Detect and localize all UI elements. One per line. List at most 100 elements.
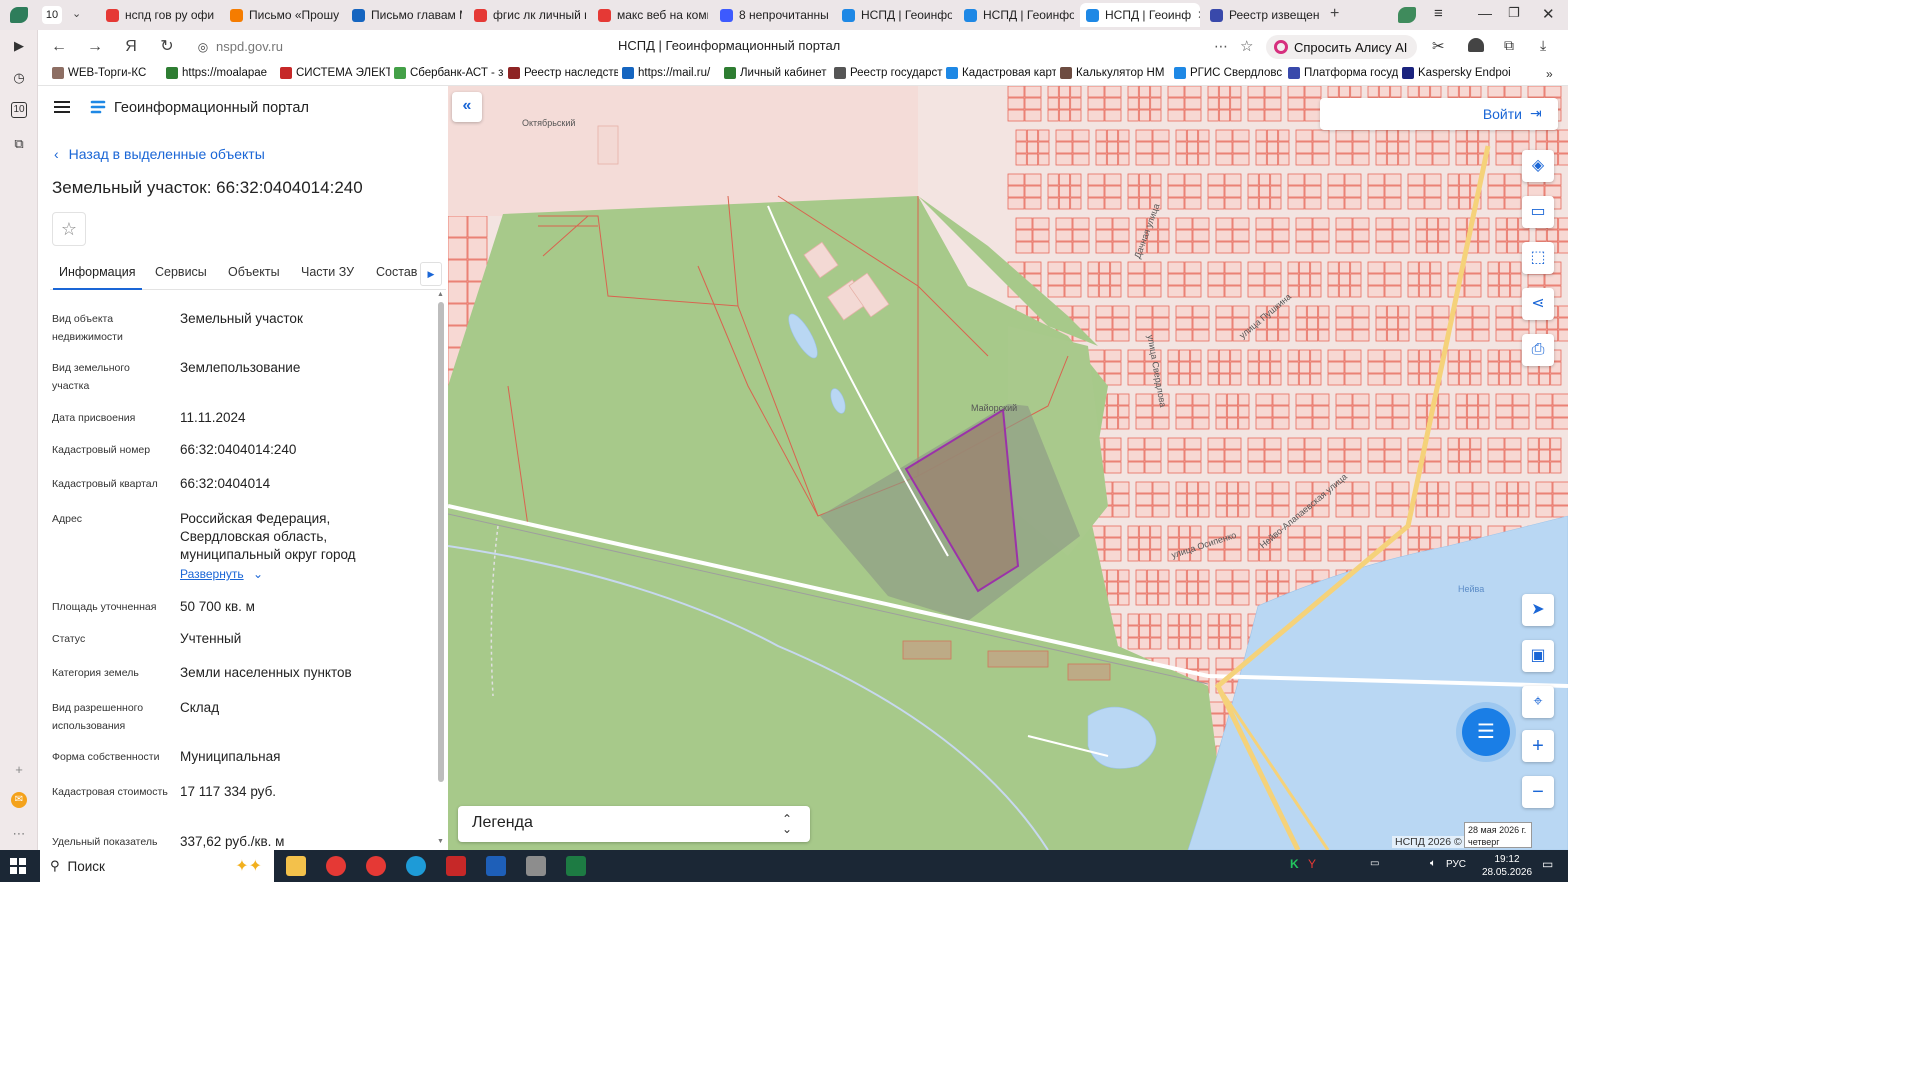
map-parcel[interactable] — [1398, 317, 1410, 330]
map-parcel[interactable] — [1344, 549, 1362, 562]
map-parcel[interactable] — [1207, 109, 1219, 122]
map-parcel[interactable] — [1512, 393, 1530, 406]
map-parcel[interactable] — [1118, 593, 1130, 606]
map-parcel[interactable] — [1104, 197, 1122, 210]
map-parcel[interactable] — [1186, 129, 1199, 142]
map-parcel[interactable] — [1344, 185, 1362, 198]
map-parcel[interactable] — [1270, 185, 1282, 198]
taskbar-search[interactable]: ⚲ Поиск ✦✦ — [40, 850, 274, 882]
map-parcel[interactable] — [1418, 361, 1431, 374]
map-parcel[interactable] — [1426, 505, 1439, 518]
map-parcel[interactable] — [1247, 97, 1265, 110]
map-parcel[interactable] — [1304, 109, 1322, 122]
map-parcel[interactable] — [1430, 537, 1442, 550]
map-parcel[interactable] — [1038, 129, 1050, 142]
map-parcel[interactable] — [1478, 229, 1490, 242]
map-parcel[interactable] — [1527, 86, 1545, 98]
map-parcel[interactable] — [1464, 261, 1482, 274]
map-parcel[interactable] — [1504, 449, 1522, 462]
add-panel-icon[interactable]: + — [9, 760, 29, 780]
map-parcel[interactable] — [1087, 273, 1099, 286]
map-parcel[interactable] — [1047, 285, 1065, 298]
map-parcel[interactable] — [1238, 493, 1250, 506]
map-parcel[interactable] — [1350, 86, 1362, 98]
map-parcel[interactable] — [1415, 305, 1433, 318]
map-parcel[interactable] — [1546, 129, 1559, 142]
map-parcel[interactable] — [1184, 261, 1202, 274]
map-parcel[interactable] — [1298, 273, 1311, 286]
map-parcel[interactable] — [1392, 493, 1410, 506]
map-parcel[interactable] — [1458, 437, 1471, 450]
window-minimize-button[interactable]: — — [1478, 5, 1492, 21]
url-field[interactable]: nspd.gov.ru — [216, 39, 283, 54]
map-parcel[interactable] — [1546, 229, 1559, 242]
map-canvas[interactable] — [448, 86, 1568, 850]
map-parcel[interactable] — [1535, 129, 1547, 142]
map-parcel[interactable] — [1327, 537, 1345, 550]
map-parcel[interactable] — [1552, 393, 1568, 406]
map-parcel[interactable] — [1495, 217, 1507, 230]
map-parcel[interactable] — [1230, 637, 1242, 650]
map-parcel[interactable] — [1264, 285, 1282, 298]
map-parcel[interactable] — [1538, 461, 1551, 474]
map-parcel[interactable] — [1106, 417, 1119, 430]
map-parcel[interactable] — [1007, 197, 1025, 210]
map-parcel[interactable] — [1247, 361, 1259, 374]
map-parcel[interactable] — [1224, 437, 1242, 450]
map-parcel[interactable] — [1327, 185, 1345, 198]
map-parcel[interactable] — [1178, 349, 1191, 362]
map-parcel[interactable] — [1498, 373, 1511, 386]
map-parcel[interactable] — [1167, 461, 1185, 474]
map-parcel[interactable] — [1175, 241, 1193, 254]
hamburger-menu-icon[interactable] — [54, 101, 70, 113]
map-parcel[interactable] — [1184, 461, 1202, 474]
expand-address-link[interactable]: Развернуть ⌄ — [180, 567, 263, 581]
map-parcel[interactable] — [1415, 141, 1433, 154]
map-parcel[interactable] — [1487, 185, 1505, 198]
browser-tab[interactable]: фгис лк личный к — [468, 3, 586, 27]
map-parcel[interactable] — [1135, 417, 1153, 430]
map-parcel[interactable] — [1255, 129, 1267, 142]
map-parcel[interactable] — [1295, 141, 1313, 154]
map-parcel[interactable] — [1415, 153, 1433, 166]
map-parcel[interactable] — [1095, 217, 1113, 230]
map-parcel[interactable] — [1498, 273, 1511, 286]
map-parcel[interactable] — [1352, 317, 1370, 330]
map-parcel[interactable] — [1167, 173, 1185, 186]
map-parcel[interactable] — [1238, 481, 1250, 494]
map-parcel[interactable] — [1184, 285, 1202, 298]
map-parcel[interactable] — [1304, 537, 1322, 550]
map-parcel[interactable] — [1186, 481, 1199, 494]
map-parcel[interactable] — [1032, 229, 1050, 242]
map-parcel[interactable] — [1270, 373, 1282, 386]
map-parcel[interactable] — [1247, 261, 1265, 274]
map-parcel[interactable] — [1192, 229, 1210, 242]
map-parcel[interactable] — [1072, 217, 1090, 230]
browser-tab[interactable]: НСПД | Геоинфор — [958, 3, 1074, 27]
map-parcel[interactable] — [1430, 525, 1442, 538]
map-parcel[interactable] — [1087, 173, 1105, 186]
map-parcel[interactable] — [467, 215, 488, 238]
map-parcel[interactable] — [1304, 449, 1322, 462]
map-parcel[interactable] — [1258, 549, 1271, 562]
map-parcel[interactable] — [1150, 525, 1162, 538]
map-parcel[interactable] — [1192, 405, 1210, 418]
map-parcel[interactable] — [1335, 217, 1353, 230]
map-parcel[interactable] — [1438, 481, 1450, 494]
map-parcel[interactable] — [1398, 141, 1410, 154]
map-parcel[interactable] — [1295, 317, 1307, 330]
map-parcel[interactable] — [1064, 285, 1082, 298]
map-parcel[interactable] — [1055, 229, 1073, 242]
bookmark-item[interactable]: Личный кабинет — [724, 67, 834, 79]
play-icon[interactable]: ▶ — [9, 36, 29, 56]
map-parcel[interactable] — [1175, 229, 1193, 242]
map-parcel[interactable] — [1432, 129, 1450, 142]
map-parcel[interactable] — [1432, 305, 1450, 318]
map-parcel[interactable] — [1415, 229, 1427, 242]
map-parcel[interactable] — [1310, 285, 1322, 298]
map-parcel[interactable] — [1112, 229, 1130, 242]
map-view[interactable]: Октябрьский Майорский Нейва улица Осипен… — [448, 86, 1568, 850]
map-parcel[interactable] — [1352, 493, 1370, 506]
map-parcel[interactable] — [1367, 173, 1385, 186]
map-parcel[interactable] — [1455, 417, 1467, 430]
